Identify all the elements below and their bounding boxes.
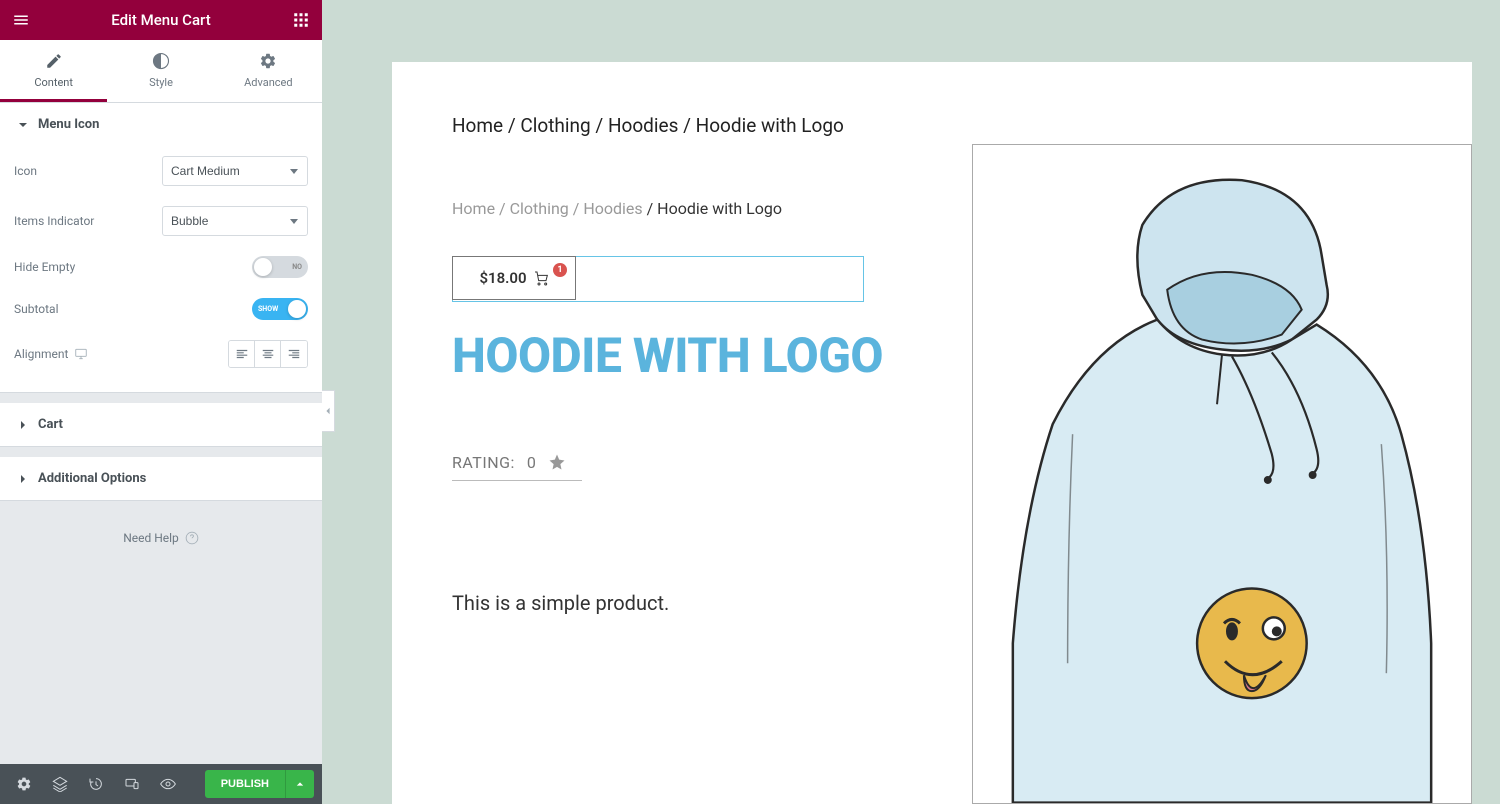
navigator-button[interactable]	[44, 768, 76, 800]
apps-icon[interactable]	[292, 11, 310, 29]
pencil-icon	[45, 52, 63, 70]
collapse-sidebar-button[interactable]	[322, 390, 335, 432]
caret-right-icon	[18, 474, 28, 484]
section-header-additional-options[interactable]: Additional Options	[0, 457, 322, 500]
icon-select[interactable]: Cart Medium	[162, 156, 308, 186]
responsive-icon	[124, 776, 140, 792]
section-cart: Cart	[0, 403, 322, 447]
section-additional-options: Additional Options	[0, 457, 322, 501]
tab-advanced[interactable]: Advanced	[215, 40, 322, 102]
breadcrumb-primary[interactable]: Home / Clothing / Hoodies / Hoodie with …	[452, 114, 1426, 137]
editor-footer: PUBLISH	[0, 764, 322, 804]
tab-style[interactable]: Style	[107, 40, 214, 102]
preview-button[interactable]	[152, 768, 184, 800]
alignment-buttons	[228, 340, 308, 368]
hide-empty-label: Hide Empty	[14, 260, 75, 274]
section-menu-icon: Menu Icon Icon Cart Medium Items Indicat…	[0, 103, 322, 393]
desktop-icon[interactable]	[74, 347, 88, 361]
menu-icon[interactable]	[12, 11, 30, 29]
icon-label: Icon	[14, 164, 37, 178]
editor-header: Edit Menu Cart	[0, 0, 322, 40]
contrast-icon	[152, 52, 170, 70]
eye-icon	[160, 776, 176, 792]
editor-title: Edit Menu Cart	[30, 11, 292, 29]
gear-icon	[16, 776, 32, 792]
alignment-label: Alignment	[14, 347, 88, 361]
preview-canvas: Home / Clothing / Hoodies / Hoodie with …	[322, 0, 1500, 804]
caret-down-icon	[18, 120, 28, 130]
settings-button[interactable]	[8, 768, 40, 800]
caret-right-icon	[18, 420, 28, 430]
layers-icon	[52, 776, 68, 792]
editor-tabs: Content Style Advanced	[0, 40, 322, 103]
menu-icon-controls: Icon Cart Medium Items Indicator Bubble …	[0, 146, 322, 392]
editor-sidebar: Edit Menu Cart Content Style Advanced Me…	[0, 0, 322, 804]
publish-button[interactable]: PUBLISH	[205, 770, 314, 798]
subtotal-label: Subtotal	[14, 302, 59, 316]
need-help-link[interactable]: Need Help	[0, 501, 322, 575]
publish-options-button[interactable]	[285, 770, 314, 798]
page-preview: Home / Clothing / Hoodies / Hoodie with …	[392, 62, 1472, 804]
gear-icon	[259, 52, 277, 70]
menu-cart-widget[interactable]: $18.00 1	[452, 256, 864, 302]
product-image	[972, 144, 1472, 804]
align-center-button[interactable]	[255, 341, 281, 367]
product-rating: RATING: 0	[452, 453, 582, 481]
cart-subtotal: $18.00	[479, 269, 526, 287]
cart-icon	[533, 270, 549, 286]
star-icon	[548, 453, 566, 471]
hoodie-illustration	[973, 145, 1471, 803]
section-header-cart[interactable]: Cart	[0, 403, 322, 446]
section-header-menu-icon[interactable]: Menu Icon	[0, 103, 322, 146]
align-left-button[interactable]	[229, 341, 255, 367]
help-icon	[185, 531, 199, 545]
subtotal-toggle[interactable]: SHOW	[252, 298, 308, 320]
cart-items-badge: 1	[553, 263, 567, 277]
chevron-left-icon	[324, 407, 332, 415]
responsive-button[interactable]	[116, 768, 148, 800]
history-icon	[88, 776, 104, 792]
history-button[interactable]	[80, 768, 112, 800]
items-indicator-label: Items Indicator	[14, 214, 94, 228]
cart-button[interactable]: $18.00 1	[452, 256, 576, 300]
items-indicator-select[interactable]: Bubble	[162, 206, 308, 236]
tab-content[interactable]: Content	[0, 40, 107, 102]
hide-empty-toggle[interactable]: NO	[252, 256, 308, 278]
align-right-button[interactable]	[281, 341, 307, 367]
